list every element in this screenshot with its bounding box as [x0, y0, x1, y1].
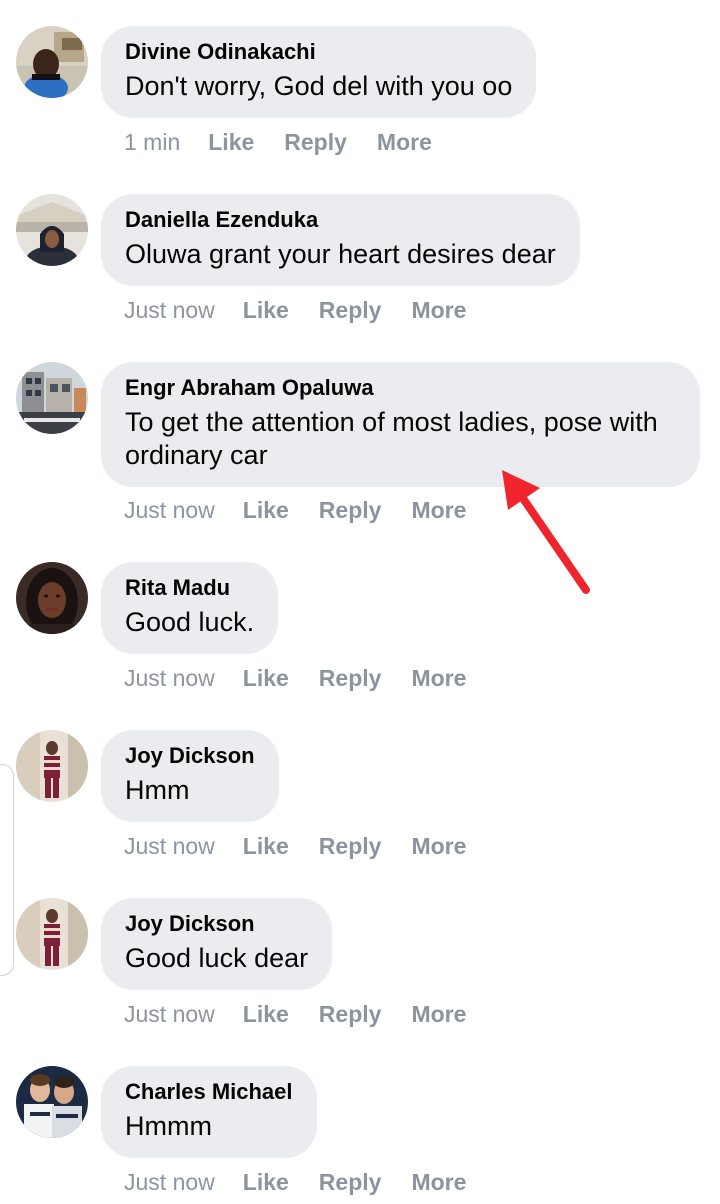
- comment-text: Don't worry, God del with you oo: [125, 71, 513, 101]
- like-button[interactable]: Like: [243, 664, 289, 692]
- comment-actions: Just now Like Reply More: [124, 1168, 496, 1196]
- comment-author[interactable]: Divine Odinakachi: [125, 38, 512, 66]
- comment-author[interactable]: Joy Dickson: [125, 910, 308, 938]
- more-button[interactable]: More: [377, 128, 432, 156]
- reply-button[interactable]: Reply: [319, 832, 382, 860]
- avatar[interactable]: [16, 562, 88, 634]
- comment-timestamp: Just now: [124, 1001, 215, 1027]
- like-button[interactable]: Like: [243, 496, 289, 524]
- comment-bubble: Engr Abraham Opaluwa To get the attentio…: [101, 362, 700, 487]
- more-button[interactable]: More: [411, 1000, 466, 1028]
- comment-actions: Just now Like Reply More: [124, 496, 496, 524]
- comment-timestamp: Just now: [124, 665, 215, 691]
- more-button[interactable]: More: [411, 296, 466, 324]
- comment-bubble: Charles Michael Hmmm: [101, 1066, 317, 1158]
- comment-author[interactable]: Daniella Ezenduka: [125, 206, 556, 234]
- comment-text: Good luck dear: [125, 943, 309, 973]
- like-button[interactable]: Like: [243, 296, 289, 324]
- reply-button[interactable]: Reply: [319, 1168, 382, 1196]
- comment-author[interactable]: Charles Michael: [125, 1078, 293, 1106]
- comment-text: Hmmm: [125, 1111, 212, 1141]
- avatar[interactable]: [16, 1066, 88, 1138]
- comment-timestamp: Just now: [124, 497, 215, 523]
- reply-button[interactable]: Reply: [319, 496, 382, 524]
- comment-text: Good luck.: [125, 607, 255, 637]
- comment-author[interactable]: Rita Madu: [125, 574, 254, 602]
- comment-author[interactable]: Engr Abraham Opaluwa: [125, 374, 676, 402]
- comment-text: Hmm: [125, 775, 190, 805]
- more-button[interactable]: More: [411, 832, 466, 860]
- like-button[interactable]: Like: [208, 128, 254, 156]
- comment-text: Oluwa grant your heart desires dear: [125, 239, 556, 269]
- comment-timestamp: Just now: [124, 1169, 215, 1195]
- comment-bubble: Daniella Ezenduka Oluwa grant your heart…: [101, 194, 580, 286]
- avatar[interactable]: [16, 194, 88, 266]
- more-button[interactable]: More: [411, 496, 466, 524]
- more-button[interactable]: More: [411, 1168, 466, 1196]
- comment-actions: Just now Like Reply More: [124, 296, 496, 324]
- side-scroll-handle[interactable]: [0, 764, 14, 976]
- like-button[interactable]: Like: [243, 1168, 289, 1196]
- comment-timestamp: 1 min: [124, 129, 181, 155]
- comment-actions: Just now Like Reply More: [124, 1000, 496, 1028]
- avatar[interactable]: [16, 26, 88, 98]
- more-button[interactable]: More: [411, 664, 466, 692]
- comment-actions: 1 min Like Reply More: [124, 128, 462, 156]
- comment-timestamp: Just now: [124, 297, 215, 323]
- comment-bubble: Joy Dickson Hmm: [101, 730, 279, 822]
- like-button[interactable]: Like: [243, 832, 289, 860]
- comment-actions: Just now Like Reply More: [124, 664, 496, 692]
- comment-timestamp: Just now: [124, 833, 215, 859]
- like-button[interactable]: Like: [243, 1000, 289, 1028]
- avatar[interactable]: [16, 730, 88, 802]
- comment-actions: Just now Like Reply More: [124, 832, 496, 860]
- reply-button[interactable]: Reply: [284, 128, 347, 156]
- avatar[interactable]: [16, 362, 88, 434]
- avatar[interactable]: [16, 898, 88, 970]
- comment-bubble: Divine Odinakachi Don't worry, God del w…: [101, 26, 537, 118]
- reply-button[interactable]: Reply: [319, 296, 382, 324]
- red-arrow-icon: [502, 470, 590, 594]
- comment-bubble: Joy Dickson Good luck dear: [101, 898, 333, 990]
- comment-author[interactable]: Joy Dickson: [125, 742, 255, 770]
- reply-button[interactable]: Reply: [319, 664, 382, 692]
- comment-bubble: Rita Madu Good luck.: [101, 562, 279, 654]
- comment-text: To get the attention of most ladies, pos…: [125, 407, 658, 470]
- reply-button[interactable]: Reply: [319, 1000, 382, 1028]
